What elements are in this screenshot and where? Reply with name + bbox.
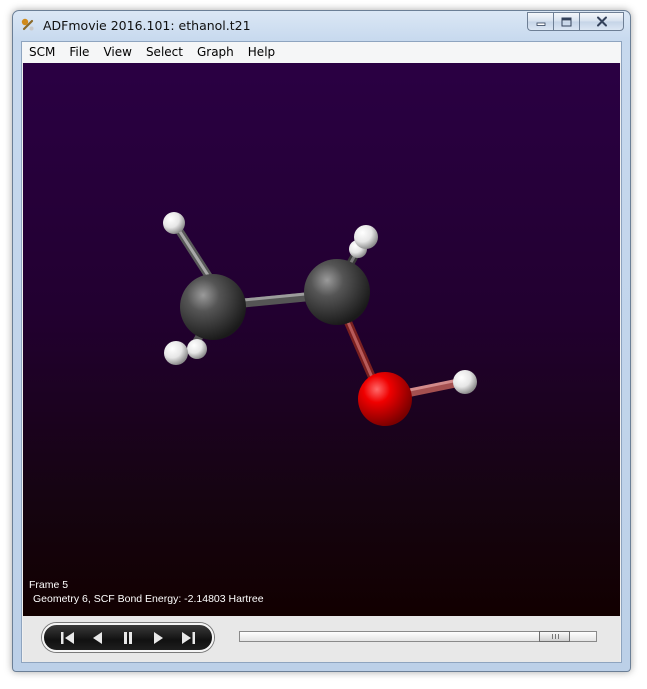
menu-select[interactable]: Select (139, 42, 190, 63)
atom-oxygen[interactable] (358, 372, 412, 426)
molecule-viewport[interactable]: Frame 5 Geometry 6, SCF Bond Energy: -2.… (23, 63, 620, 616)
bond-c1-h-top-highlight (173, 222, 215, 285)
pause-icon (123, 631, 132, 644)
atom-hydrogen-c1-top[interactable] (163, 212, 185, 234)
menu-help[interactable]: Help (241, 42, 282, 63)
minimize-button[interactable] (527, 12, 553, 31)
play-button[interactable] (147, 629, 169, 647)
last-frame-button[interactable] (176, 629, 198, 647)
thumb-grip (558, 634, 559, 639)
first-frame-button[interactable] (58, 629, 80, 647)
window-title: ADFmovie 2016.101: ethanol.t21 (43, 18, 251, 33)
play-icon (153, 631, 163, 644)
step-back-icon (93, 631, 103, 644)
transport-bar (42, 623, 214, 652)
menu-graph[interactable]: Graph (190, 42, 241, 63)
atom-hydrogen-o[interactable] (453, 370, 477, 394)
maximize-button[interactable] (553, 12, 579, 31)
geometry-energy-label: Geometry 6, SCF Bond Energy: -2.14803 Ha… (33, 593, 264, 605)
menu-bar: SCM File View Select Graph Help (22, 42, 621, 63)
frame-label: Frame 5 (29, 579, 69, 591)
close-icon (596, 16, 607, 27)
client-area: SCM File View Select Graph Help Frame 5 … (21, 41, 622, 663)
maximize-icon (561, 17, 572, 26)
frame-slider[interactable] (239, 631, 597, 642)
atom-carbon-2[interactable] (304, 259, 370, 325)
menu-view[interactable]: View (96, 42, 138, 63)
atom-hydrogen-c2[interactable] (354, 225, 378, 249)
menu-file[interactable]: File (62, 42, 96, 63)
thumb-grip (552, 634, 553, 639)
title-bar[interactable]: ADFmovie 2016.101: ethanol.t21 (13, 11, 630, 41)
pause-button[interactable] (117, 629, 139, 647)
close-button[interactable] (579, 12, 624, 31)
last-frame-icon (182, 631, 196, 644)
frame-slider-thumb[interactable] (539, 631, 570, 642)
atom-carbon-1[interactable] (180, 274, 246, 340)
atoms (163, 212, 477, 426)
step-back-button[interactable] (87, 629, 109, 647)
atom-hydrogen-c1-front[interactable] (164, 341, 188, 365)
first-frame-icon (60, 631, 74, 644)
menu-scm[interactable]: SCM (22, 42, 62, 63)
adfmovie-app-icon[interactable] (20, 17, 36, 33)
app-window: ADFmovie 2016.101: ethanol.t21 SCM File … (12, 10, 631, 672)
thumb-grip (555, 634, 556, 639)
atom-hydrogen-c1-back[interactable] (187, 339, 207, 359)
window-controls (527, 12, 624, 32)
molecule-render[interactable] (23, 63, 620, 616)
playback-controls (23, 616, 620, 662)
minimize-icon (536, 22, 545, 26)
